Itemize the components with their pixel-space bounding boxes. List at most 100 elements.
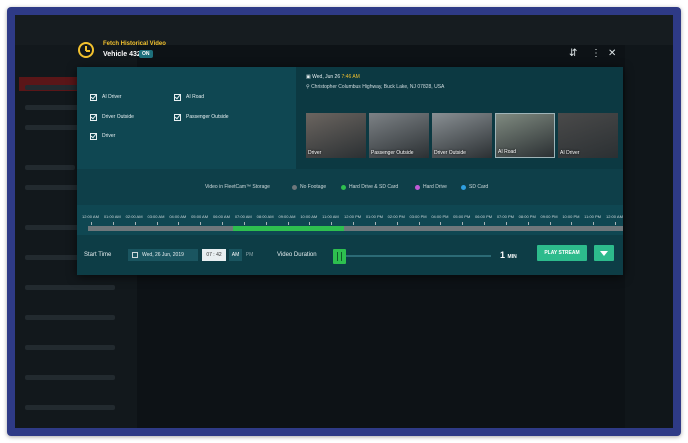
timeline-tick-label: 11:00 AM bbox=[322, 214, 339, 219]
legend-no-footage: No Footage bbox=[292, 184, 326, 190]
timeline-tick-label: 03:00 PM bbox=[409, 214, 427, 219]
start-time-label: Start Time bbox=[84, 252, 112, 258]
checkbox-icon bbox=[90, 132, 97, 140]
camera-checkbox-panel: AI Driver AI Road Driver Outside Passeng… bbox=[77, 67, 296, 169]
checkbox-driver-outside[interactable]: Driver Outside bbox=[90, 113, 134, 121]
fetch-video-modal: AI Driver AI Road Driver Outside Passeng… bbox=[77, 67, 623, 275]
camera-thumbnail[interactable]: AI Road bbox=[495, 113, 555, 158]
timeline-tick-label: 03:00 AM bbox=[147, 214, 165, 219]
timeline-track[interactable] bbox=[88, 226, 623, 231]
timeline-tick-mark bbox=[156, 222, 158, 225]
timeline-tick-label: 02:00 AM bbox=[125, 214, 143, 219]
timeline-tick-mark bbox=[178, 222, 180, 225]
stream-controls: Start Time Wed, 26 Jun, 2019 07 : 42 AM … bbox=[77, 235, 623, 275]
timeline-tick-mark bbox=[243, 222, 245, 225]
checkbox-label: Driver Outside bbox=[102, 114, 134, 120]
timeline-tick-label: 05:00 AM bbox=[191, 214, 209, 219]
timeline-tick-label: 07:00 AM bbox=[234, 214, 252, 219]
timeline-tick-label: 11:00 PM bbox=[584, 214, 601, 219]
duration-value: 1 MIN bbox=[500, 250, 517, 260]
thumbnail-label: Driver Outside bbox=[434, 150, 466, 156]
calendar-icon bbox=[132, 252, 138, 258]
timeline-tick-label: 04:00 PM bbox=[431, 214, 449, 219]
vehicle-status-badge: ON bbox=[139, 50, 153, 58]
timeline-tick-label: 12:00 AM bbox=[606, 214, 623, 219]
more-vertical-icon[interactable]: ⋮ bbox=[591, 49, 601, 59]
background-row bbox=[25, 315, 115, 320]
timeline-tick-mark bbox=[462, 222, 464, 225]
app-screen: Fetch Historical Video Vehicle 432 ON ⇵ … bbox=[15, 15, 673, 428]
legend-hard-drive: Hard Drive bbox=[415, 184, 447, 190]
duration-slider-track[interactable] bbox=[341, 255, 491, 257]
checkbox-passenger-outside[interactable]: Passenger Outside bbox=[174, 113, 229, 121]
start-date-input[interactable]: Wed, 26 Jun, 2019 bbox=[128, 249, 198, 261]
timeline-tick-mark bbox=[615, 222, 616, 225]
timeline-tick-label: 07:00 PM bbox=[496, 214, 514, 219]
start-date-value: Wed, 26 Jun, 2019 bbox=[142, 252, 184, 258]
checkbox-driver[interactable]: Driver bbox=[90, 132, 115, 140]
timeline-tick-mark bbox=[112, 222, 114, 225]
video-info-panel: ▣ Wed, Jun 26 7:46 AM ⚲ Christopher Colu… bbox=[296, 67, 623, 169]
camera-thumbnail[interactable]: Passenger Outside bbox=[369, 113, 429, 158]
clock-icon bbox=[78, 42, 94, 58]
play-options-dropdown-button[interactable] bbox=[594, 245, 614, 261]
timeline-tick-label: 02:00 PM bbox=[387, 214, 405, 219]
timeline-tick-mark bbox=[287, 222, 289, 225]
legend-dot bbox=[292, 184, 297, 190]
video-duration-label: Video Duration bbox=[277, 252, 317, 258]
legend-label: No Footage bbox=[300, 184, 327, 190]
timeline-tick-mark bbox=[505, 222, 507, 225]
thumbnail-label: AI Road bbox=[498, 149, 517, 155]
timeline-tick-label: 04:00 AM bbox=[169, 214, 187, 219]
footage-timeline[interactable]: 12:00 AM 01:00 AM 02:00 AM 03:00 AM 04:00 AM… bbox=[77, 205, 623, 235]
sort-icon[interactable]: ⇵ bbox=[569, 49, 577, 59]
timeline-tick-mark bbox=[331, 222, 333, 225]
event-datetime: ▣ Wed, Jun 26 7:46 AM bbox=[306, 74, 360, 80]
pm-toggle[interactable]: PM bbox=[243, 249, 256, 261]
legend-dot bbox=[415, 184, 420, 190]
legend-hard-drive-sd: Hard Drive & SD Card bbox=[341, 184, 398, 190]
timeline-tick-mark bbox=[593, 222, 595, 225]
modal-title: Fetch Historical Video bbox=[103, 41, 166, 47]
camera-thumbnail[interactable]: AI Driver bbox=[558, 113, 618, 158]
checkbox-label: Driver bbox=[102, 133, 116, 139]
timeline-tick-label: 01:00 AM bbox=[103, 214, 121, 219]
timeline-tick-mark bbox=[134, 222, 136, 225]
duration-number: 1 bbox=[500, 250, 506, 260]
play-stream-button[interactable]: PLAY STREAM bbox=[537, 245, 587, 261]
background-row bbox=[25, 285, 115, 290]
calendar-icon: ▣ bbox=[306, 74, 311, 80]
legend-sd-card: SD Card bbox=[461, 184, 488, 190]
duration-slider-handle[interactable] bbox=[333, 249, 346, 264]
timeline-tick-mark bbox=[353, 222, 354, 225]
start-time-input[interactable]: 07 : 42 bbox=[202, 249, 226, 261]
checkbox-icon bbox=[174, 113, 181, 121]
checkbox-ai-driver[interactable]: AI Driver bbox=[90, 93, 121, 101]
legend-label: SD Card bbox=[469, 184, 489, 190]
camera-thumbnail[interactable]: Driver bbox=[306, 113, 366, 158]
legend-label: Hard Drive & SD Card bbox=[349, 184, 399, 190]
vehicle-name: Vehicle 432 bbox=[103, 51, 141, 58]
checkbox-ai-road[interactable]: AI Road bbox=[174, 93, 204, 101]
event-date: Wed, Jun 26 bbox=[312, 74, 341, 80]
timeline-tick-label: 08:00 PM bbox=[518, 214, 536, 219]
location-pin-icon: ⚲ bbox=[306, 84, 310, 90]
timeline-tick-mark bbox=[309, 222, 311, 225]
checkbox-icon bbox=[90, 93, 97, 101]
handle-grip bbox=[337, 252, 338, 261]
checkbox-icon bbox=[174, 93, 181, 101]
timeline-tick-label: 06:00 PM bbox=[475, 214, 493, 219]
background-row bbox=[25, 345, 115, 350]
checkbox-label: Passenger Outside bbox=[186, 114, 229, 120]
timeline-tick-label: 01:00 PM bbox=[365, 214, 383, 219]
legend-label: Hard Drive bbox=[423, 184, 447, 190]
am-toggle[interactable]: AM bbox=[229, 249, 242, 261]
timeline-tick-mark bbox=[91, 222, 92, 225]
handle-grip bbox=[341, 252, 342, 261]
camera-thumbnail[interactable]: Driver Outside bbox=[432, 113, 492, 158]
legend-dot bbox=[461, 184, 466, 190]
timeline-footage-segment[interactable] bbox=[232, 226, 345, 231]
timeline-tick-label: 12:00 PM bbox=[344, 214, 362, 219]
close-icon[interactable]: ✕ bbox=[608, 49, 616, 59]
timeline-tick-label: 08:00 AM bbox=[256, 214, 274, 219]
